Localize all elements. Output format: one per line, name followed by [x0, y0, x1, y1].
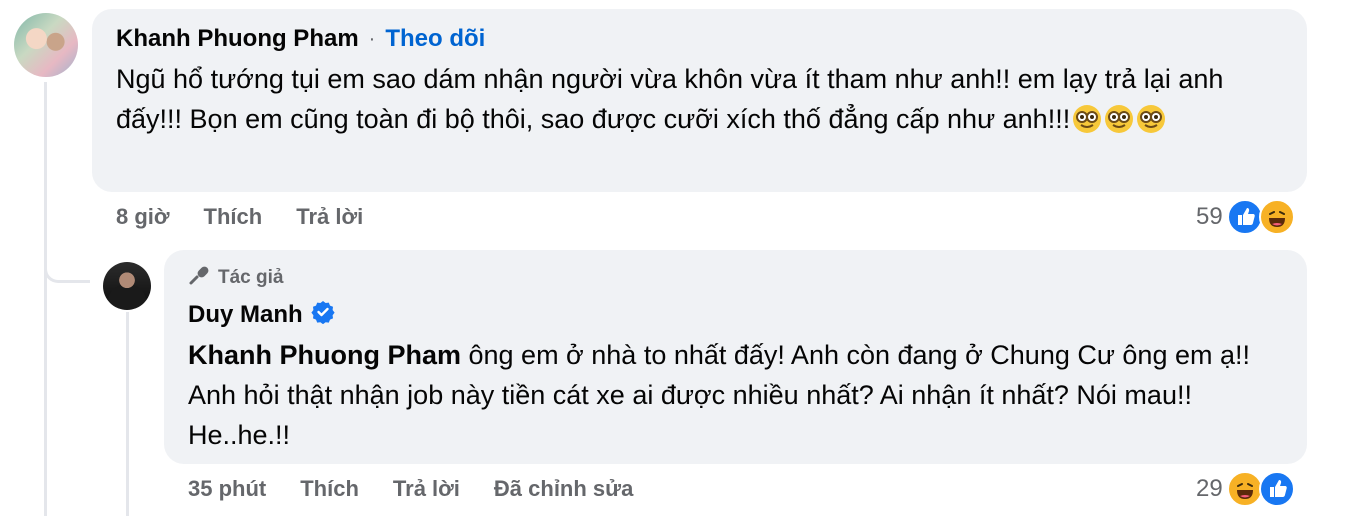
microphone-icon [188, 264, 210, 292]
reply-thread-line [126, 312, 129, 516]
comment-author-name[interactable]: Khanh Phuong Pham [116, 25, 359, 53]
nerd-face-icon [1072, 104, 1102, 145]
like-button[interactable]: Thích [204, 204, 263, 230]
reply-timestamp[interactable]: 35 phút [188, 476, 266, 502]
like-reaction-icon [1258, 471, 1295, 507]
reaction-count: 59 [1196, 203, 1223, 230]
comment-timestamp[interactable]: 8 giờ [116, 204, 170, 230]
avatar[interactable] [103, 262, 151, 310]
thread-line [44, 82, 47, 516]
reaction-count: 29 [1196, 475, 1223, 502]
comment-bubble: Khanh Phuong Pham · Theo dõi Ngũ hổ tướn… [92, 9, 1307, 192]
comment-text: Ngũ hổ tướng tụi em sao dám nhận người v… [116, 59, 1283, 145]
reaction-summary[interactable]: 29 [1196, 471, 1295, 507]
comment-thread: Khanh Phuong Pham · Theo dõi Ngũ hổ tướn… [0, 0, 1358, 516]
reply-author-name[interactable]: Duy Manh [188, 301, 303, 329]
comment-body: Ngũ hổ tướng tụi em sao dám nhận người v… [116, 64, 1224, 134]
reply-button[interactable]: Trả lời [296, 204, 363, 230]
reply-bubble: Tác giả Duy Manh Khanh Phuong Pham ông e… [164, 250, 1307, 464]
nerd-face-icon [1104, 104, 1134, 145]
edited-label[interactable]: Đã chỉnh sửa [494, 476, 633, 502]
reply-actions: 35 phút Thích Trả lời Đã chỉnh sửa [188, 476, 633, 502]
laugh-reaction-icon [1226, 471, 1263, 507]
reaction-summary[interactable]: 59 [1196, 199, 1295, 235]
author-badge-label: Tác giả [218, 267, 284, 288]
like-button[interactable]: Thích [300, 476, 359, 502]
comment-actions: 8 giờ Thích Trả lời [116, 204, 363, 230]
author-badge: Tác giả [188, 264, 1283, 292]
separator-dot: · [368, 27, 376, 50]
like-reaction-icon [1226, 199, 1263, 235]
reply-text: Khanh Phuong Pham ông em ở nhà to nhất đ… [188, 335, 1283, 455]
verified-badge-icon [311, 300, 335, 329]
tagged-user-link[interactable]: Khanh Phuong Pham [188, 340, 461, 370]
avatar[interactable] [14, 13, 78, 77]
laugh-reaction-icon [1258, 199, 1295, 235]
follow-button[interactable]: Theo dõi [385, 25, 485, 53]
nerd-face-icon [1136, 104, 1166, 145]
reply-button[interactable]: Trả lời [393, 476, 460, 502]
thread-branch [44, 255, 90, 283]
